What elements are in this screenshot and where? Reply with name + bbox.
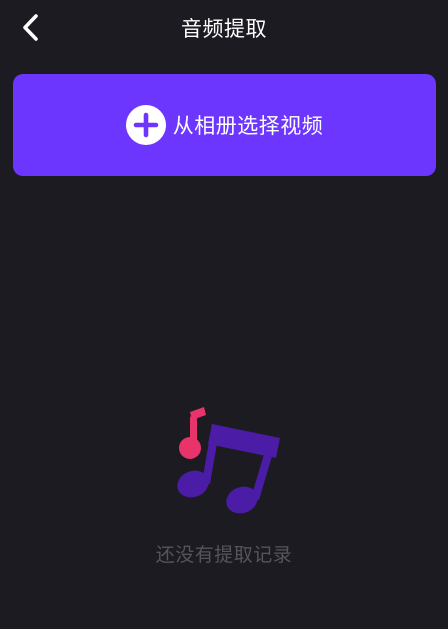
plus-circle-icon bbox=[125, 105, 166, 145]
select-video-label: 从相册选择视频 bbox=[172, 114, 324, 138]
empty-state-message: 还没有提取记录 bbox=[155, 544, 293, 566]
select-video-from-album-button[interactable]: 从相册选择视频 bbox=[13, 74, 436, 176]
page-title: 音频提取 bbox=[181, 17, 267, 41]
top-bar: 音频提取 bbox=[0, 0, 448, 58]
music-notes-icon bbox=[177, 407, 280, 514]
